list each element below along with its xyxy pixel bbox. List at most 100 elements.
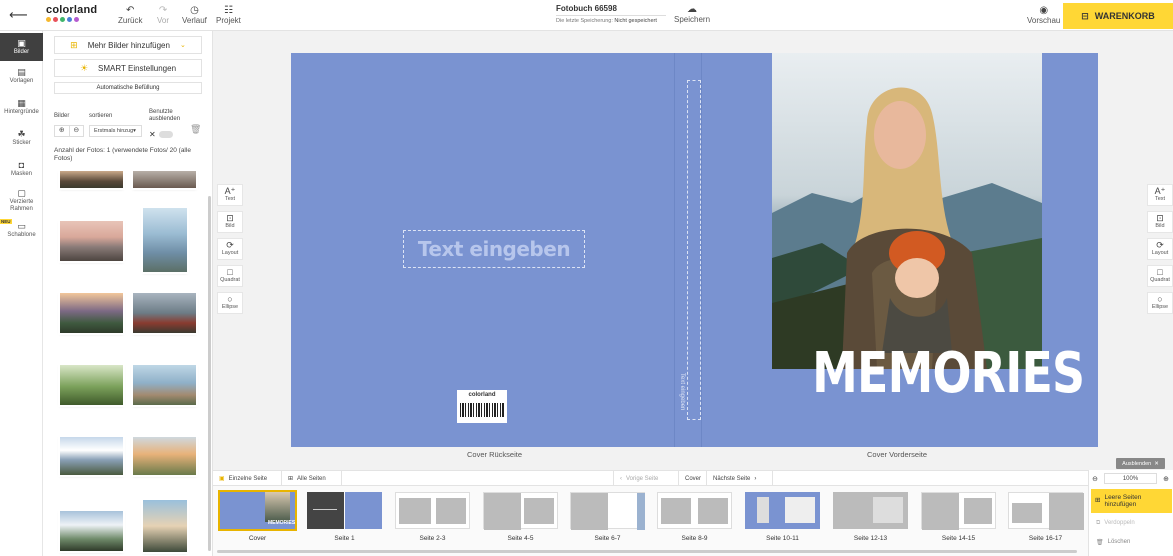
photo-thumbnail[interactable] (133, 365, 196, 405)
page-thumb[interactable] (745, 492, 820, 529)
project-title[interactable]: Fotobuch 66598 (556, 4, 617, 13)
panel-scrollbar[interactable] (208, 196, 211, 551)
photo-thumbnail[interactable] (143, 208, 187, 272)
next-page-button[interactable]: Nächste Seite › (707, 471, 773, 486)
photo-thumbnail[interactable] (60, 221, 123, 261)
square-tool[interactable]: □ Quadrat (1147, 265, 1173, 287)
single-pages-toggle[interactable]: ▣ Einzelne Seite (213, 471, 282, 486)
page-thumb[interactable] (657, 492, 732, 529)
photo-thumbnail[interactable] (60, 365, 123, 405)
page-thumb-cover[interactable]: MEMORIES (218, 490, 297, 531)
back-text-box[interactable]: Text eingeben (403, 230, 585, 268)
spine-text-placeholder: Text eingeben (679, 373, 685, 411)
rail-label: Bilder (13, 49, 30, 55)
redo-button[interactable]: ↷ Vor (157, 6, 169, 26)
tool-label: Quadrat (1150, 277, 1170, 283)
sort-select[interactable]: Erstmals hinzug▾ (89, 125, 142, 137)
zoom-value[interactable]: 100% (1104, 473, 1157, 484)
image-add-icon: ⊡ (1156, 213, 1164, 223)
page-thumb[interactable] (921, 492, 996, 530)
page-thumb[interactable] (483, 492, 558, 530)
next-page-label: Nächste Seite (713, 475, 751, 482)
layout-tool[interactable]: ⟳ Layout (1147, 238, 1173, 260)
page-label: Seite 14-15 (941, 535, 976, 542)
photo-thumbnail[interactable] (60, 437, 123, 475)
page-thumb[interactable] (307, 492, 382, 529)
rail-item-bilder[interactable]: ▣ Bilder (0, 33, 43, 61)
spine-text-box[interactable] (687, 80, 701, 420)
page-label: Seite 10-11 (766, 535, 799, 542)
add-text-tool[interactable]: A⁺ Text (217, 184, 243, 206)
layout-tool[interactable]: ⟳ Layout (217, 238, 243, 260)
zoom-out-icon[interactable]: ⊖ (70, 126, 84, 136)
zoom-out-icon[interactable]: ⊖ (1088, 475, 1102, 483)
prev-page-button[interactable]: ‹ Vorige Seite (613, 471, 679, 486)
page-strip: MEMORIES Cover Seite 1 Seite 2-3 Seite 4… (213, 486, 1088, 556)
cart-button[interactable]: ⊟ WARENKORB (1063, 3, 1173, 29)
rail-item-vorlagen[interactable]: ▤ Vorlagen (0, 67, 43, 85)
photo-thumbnail[interactable] (60, 293, 123, 333)
cover-photo[interactable] (772, 53, 1042, 369)
rail-item-hintergruende[interactable]: ▦ Hintergründe (0, 98, 43, 116)
zoom-control: ⊖ 100% ⊕ (1088, 471, 1173, 486)
hide-used-toggle[interactable] (159, 131, 173, 138)
photo-thumbnail[interactable] (60, 171, 123, 188)
tool-label: Text (1154, 196, 1166, 202)
duplicate-button[interactable]: ⧉ Verdoppeln (1096, 520, 1135, 527)
strip-scrollbar[interactable] (217, 550, 1077, 553)
page-label: Seite 6-7 (594, 535, 621, 542)
add-image-tool[interactable]: ⊡ Bild (1147, 211, 1173, 233)
save-button[interactable]: ☁ Speichern (674, 5, 710, 25)
close-icon[interactable]: ✕ (149, 130, 156, 139)
history-button[interactable]: ◷ Verlauf (182, 6, 207, 26)
photo-thumbnail[interactable] (133, 437, 196, 475)
chevron-down-icon: ⌄ (179, 42, 186, 49)
ellipse-tool[interactable]: ○ Ellipse (1147, 292, 1173, 314)
add-more-images-button[interactable]: ⊞ Mehr Bilder hinzufügen ⌄ (54, 36, 202, 54)
photo-thumbnail[interactable] (60, 511, 123, 551)
photo-thumbnail[interactable] (133, 293, 196, 333)
all-pages-toggle[interactable]: ⊞ Alle Seiten (282, 471, 342, 486)
smart-settings-button[interactable]: ☀ SMART Einstellungen (54, 59, 202, 77)
photo-thumbnail[interactable] (133, 171, 196, 188)
undo-label: Zurück (118, 16, 143, 25)
square-tool[interactable]: □ Quadrat (217, 265, 243, 287)
trash-icon[interactable]: 🗑 (190, 124, 201, 135)
page-label: Seite 1 (334, 535, 355, 542)
add-blank-pages-button[interactable]: ⊞ Leere Seiten hinzufügen (1091, 489, 1172, 513)
rail-item-verzierte-rahmen[interactable]: ▢ Verzierte Rahmen (0, 188, 43, 212)
page-thumb[interactable] (833, 492, 908, 529)
copy-icon: ⧉ (1096, 520, 1101, 526)
arrow-left-icon[interactable]: ⟵ (9, 7, 28, 23)
zoom-in-icon[interactable]: ⊕ (1159, 475, 1173, 483)
undo-button[interactable]: ↶ Zurück (118, 6, 143, 26)
auto-fill-button[interactable]: Automatische Befüllung (54, 82, 202, 94)
ellipse-tool[interactable]: ○ Ellipse (217, 292, 243, 314)
all-pages-label: Alle Seiten (297, 475, 326, 482)
project-button[interactable]: ☷ Projekt (216, 6, 241, 26)
cover-canvas[interactable]: Text eingeben Text eingeben colorland ME… (291, 53, 1098, 447)
ellipse-icon: ○ (227, 294, 233, 304)
tool-label: Bild (1155, 223, 1165, 229)
rail-item-masken[interactable]: ◘ Masken (0, 160, 43, 178)
spine-line (674, 53, 675, 447)
add-image-tool[interactable]: ⊡ Bild (217, 211, 243, 233)
page-thumb[interactable] (1008, 492, 1084, 530)
mask-icon: ◘ (18, 160, 25, 170)
page-thumb[interactable] (395, 492, 470, 529)
barcode-logo: colorland (468, 392, 496, 398)
trash-icon: 🗑 (1096, 540, 1104, 546)
add-text-tool[interactable]: A⁺ Text (1147, 184, 1173, 206)
page-thumb[interactable] (570, 492, 645, 530)
cover-title[interactable]: MEMORIES (812, 341, 1085, 406)
delete-button[interactable]: 🗑 Löschen (1096, 539, 1130, 546)
preview-button[interactable]: ◉ Vorschau (1027, 6, 1060, 26)
image-add-icon: ⊡ (226, 213, 234, 223)
page-label: Seite 4-5 (507, 535, 534, 542)
rail-item-sticker[interactable]: ☘ Sticker (0, 129, 43, 147)
photo-thumbnail[interactable] (143, 500, 187, 552)
rail-label: Schablone (7, 232, 36, 238)
rail-label: Vorlagen (9, 78, 34, 84)
hide-button[interactable]: Ausblenden ✕ (1116, 458, 1165, 469)
zoom-in-icon[interactable]: ⊕ (55, 126, 70, 136)
